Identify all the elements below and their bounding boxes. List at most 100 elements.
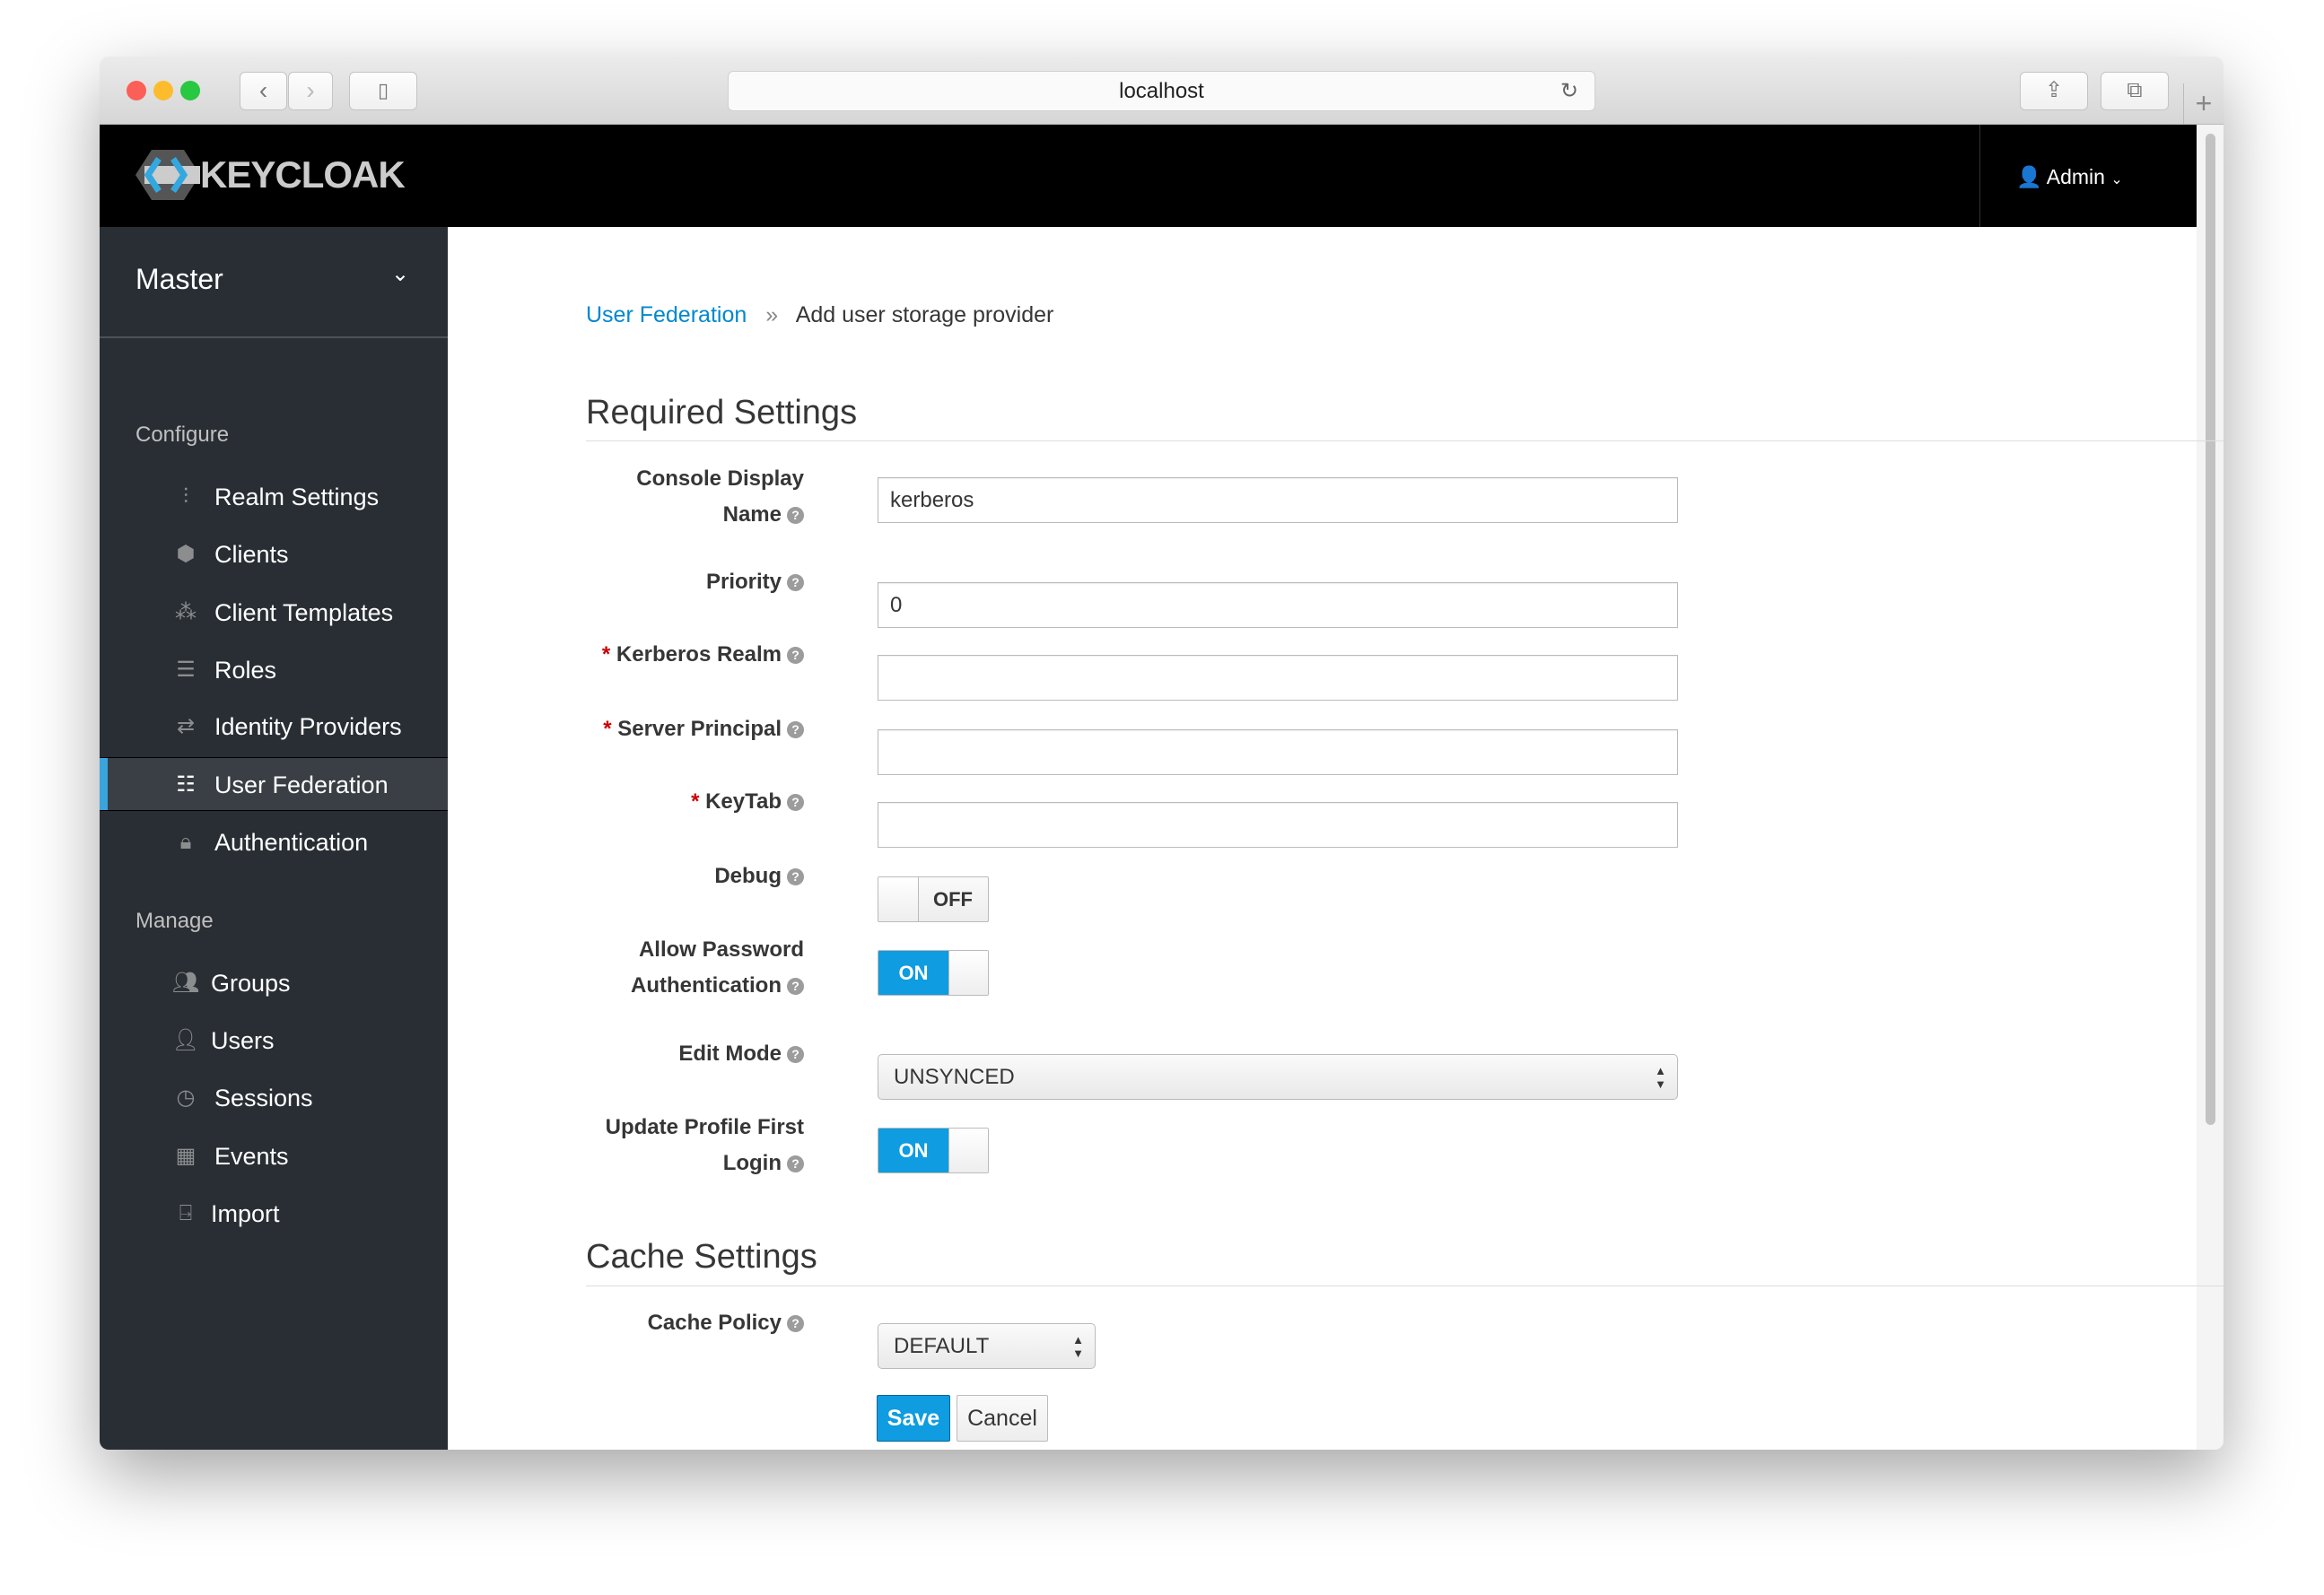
share-icon[interactable]: ⇪: [2020, 72, 2088, 110]
sliders-icon: ⫶: [183, 484, 188, 509]
cache-policy-label: Cache Policy?: [448, 1305, 804, 1341]
calendar-icon: ▦: [175, 1144, 197, 1168]
sidebar-item-clients[interactable]: ⬢ Clients: [100, 527, 448, 581]
breadcrumb-user-federation[interactable]: User Federation: [586, 302, 747, 327]
sidebar-item-import[interactable]: ⍈ Import: [100, 1187, 448, 1241]
user-icon: 👤: [2016, 165, 2042, 188]
sidebar-item-groups[interactable]: 👥︎ Groups: [100, 956, 448, 1010]
tabs-icon[interactable]: ⧉: [2101, 72, 2169, 110]
keycloak-logo[interactable]: KEYCLOAK: [135, 148, 406, 202]
back-button[interactable]: ‹: [240, 72, 287, 110]
save-button[interactable]: Save: [877, 1395, 950, 1442]
help-icon[interactable]: ?: [787, 868, 804, 886]
label: Roles: [214, 657, 277, 684]
close-window-button[interactable]: [127, 81, 146, 100]
kerberos-realm-label: * Kerberos Realm?: [448, 637, 804, 673]
help-icon[interactable]: ?: [787, 794, 804, 812]
scrollbar-thumb[interactable]: [2206, 134, 2215, 1125]
user-name: Admin: [2046, 165, 2105, 188]
sidebar-item-events[interactable]: ▦ Events: [100, 1129, 448, 1183]
browser-window: ‹ › ▯ localhost ↻ ⇪ ⧉ + KEYCLOAK 👤 Admin …: [100, 57, 2224, 1450]
exchange-icon: ⇄: [176, 714, 196, 738]
cache-settings-heading: Cache Settings: [586, 1238, 817, 1276]
section-configure: Configure: [135, 423, 230, 447]
user-menu[interactable]: 👤 Admin ⌄: [2016, 159, 2123, 198]
console-display-name-input[interactable]: kerberos: [878, 477, 1678, 523]
sidebar-item-client-templates[interactable]: ⁂ Client Templates: [100, 586, 448, 640]
sidebar-item-users[interactable]: 👤︎ Users: [100, 1014, 448, 1068]
sidebar-item-user-federation[interactable]: ☷ User Federation: [100, 757, 448, 811]
sidebar-item-roles[interactable]: ☰ Roles: [100, 643, 448, 697]
sidebar-item-realm-settings[interactable]: ⫶ Realm Settings: [100, 470, 448, 524]
sidebar: Master ⌄ Configure ⫶ Realm Settings ⬢ Clie…: [100, 227, 448, 1450]
priority-label: Priority?: [448, 564, 804, 600]
clock-icon: ◷: [176, 1085, 196, 1110]
update-profile-toggle[interactable]: ON: [878, 1128, 989, 1173]
toggle-state: OFF: [933, 888, 973, 911]
help-icon[interactable]: ?: [787, 647, 804, 665]
label: Identity Providers: [214, 713, 402, 740]
realm-selector[interactable]: Master: [135, 263, 223, 296]
help-icon[interactable]: ?: [787, 1046, 804, 1064]
label: Import: [211, 1200, 280, 1227]
label: Events: [214, 1143, 289, 1170]
help-icon[interactable]: ?: [787, 978, 804, 996]
keycloak-logo-icon: [135, 150, 200, 200]
sidebar-toggle-icon[interactable]: ▯: [349, 72, 417, 110]
app-header: KEYCLOAK 👤 Admin ⌄: [100, 125, 2224, 227]
scrollbar[interactable]: [2197, 125, 2224, 1450]
toggle-state: ON: [878, 1129, 948, 1172]
chevron-down-icon: ⌄: [2110, 172, 2123, 187]
logo-text: KEYCLOAK: [200, 153, 406, 196]
sidebar-item-authentication[interactable]: 🔒︎ Authentication: [100, 815, 448, 869]
server-principal-input[interactable]: [878, 729, 1678, 775]
minimize-window-button[interactable]: [153, 81, 173, 100]
chevron-down-icon[interactable]: ⌄: [391, 261, 409, 287]
label: Users: [211, 1027, 275, 1054]
section-manage: Manage: [135, 909, 214, 933]
label: Groups: [211, 970, 291, 997]
help-icon[interactable]: ?: [787, 1155, 804, 1173]
select-arrows-icon: ▲ ▼: [1072, 1333, 1084, 1360]
address-bar[interactable]: localhost ↻: [728, 71, 1595, 111]
browser-titlebar: ‹ › ▯ localhost ↻ ⇪ ⧉ +: [100, 57, 2224, 125]
reload-icon[interactable]: ↻: [1560, 72, 1578, 110]
help-icon[interactable]: ?: [787, 721, 804, 739]
main-content: User Federation » Add user storage provi…: [448, 227, 2224, 1450]
url-text: localhost: [1119, 79, 1204, 103]
sidebar-item-identity-providers[interactable]: ⇄ Identity Providers: [100, 700, 448, 754]
cache-policy-select[interactable]: DEFAULT ▲ ▼: [878, 1323, 1096, 1369]
allow-password-toggle[interactable]: ON: [878, 950, 989, 996]
label: User Federation: [214, 771, 389, 798]
keytab-label: * KeyTab?: [448, 784, 804, 820]
label: Clients: [214, 541, 289, 568]
allow-password-label: Allow Password Authentication?: [631, 937, 804, 998]
list-icon: ☰: [176, 658, 196, 682]
update-profile-label: Update Profile First Login?: [605, 1115, 804, 1175]
edit-mode-select[interactable]: UNSYNCED ▲ ▼: [878, 1054, 1678, 1100]
maximize-window-button[interactable]: [180, 81, 200, 100]
sidebar-item-sessions[interactable]: ◷ Sessions: [100, 1071, 448, 1125]
breadcrumb: User Federation » Add user storage provi…: [586, 302, 1053, 328]
label: Authentication: [214, 829, 369, 856]
lock-icon: 🔒︎: [179, 830, 192, 854]
label: Realm Settings: [214, 484, 380, 510]
database-icon: ☷: [176, 772, 196, 797]
kerberos-realm-input[interactable]: [878, 655, 1678, 701]
debug-label: Debug?: [448, 859, 804, 894]
help-icon[interactable]: ?: [787, 1315, 804, 1333]
new-tab-icon[interactable]: +: [2183, 83, 2224, 125]
cancel-button[interactable]: Cancel: [957, 1395, 1048, 1442]
import-icon: ⍈: [179, 1201, 193, 1225]
required-settings-heading: Required Settings: [586, 394, 858, 431]
help-icon[interactable]: ?: [787, 574, 804, 592]
help-icon[interactable]: ?: [787, 507, 804, 525]
label: Sessions: [214, 1085, 313, 1111]
priority-input[interactable]: 0: [878, 582, 1678, 628]
keytab-input[interactable]: [878, 802, 1678, 848]
debug-toggle[interactable]: OFF: [878, 876, 989, 922]
toggle-state: ON: [878, 951, 948, 995]
user-icon: 👤︎: [171, 1028, 200, 1052]
users-icon: 👥︎: [171, 971, 200, 995]
forward-button[interactable]: ›: [288, 72, 333, 110]
